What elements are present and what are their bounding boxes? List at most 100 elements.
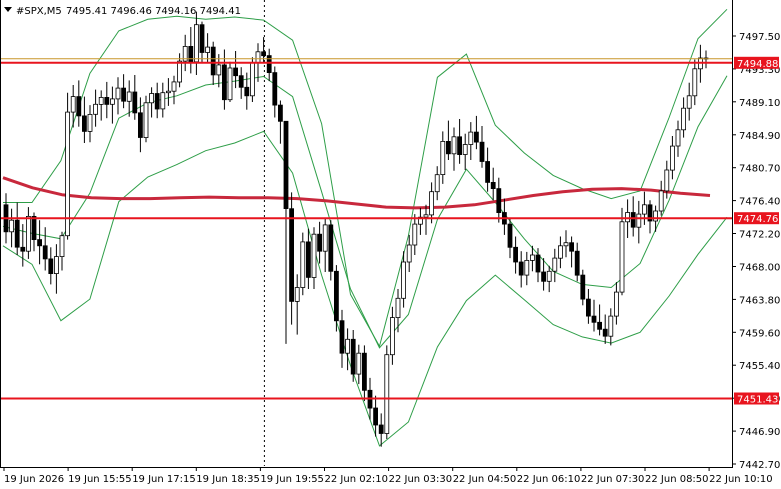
candle-body-up	[311, 233, 317, 278]
candle-body-down	[328, 224, 334, 272]
candle-body-down	[272, 72, 278, 106]
candle-body-up	[93, 103, 98, 115]
candle-body-down	[137, 112, 143, 138]
candle-body-up	[216, 64, 222, 76]
candle-body-down	[277, 104, 283, 122]
candle-body-down	[266, 55, 272, 73]
candle-body-down	[221, 64, 227, 101]
x-tick-label: 22 Jun 08:50	[645, 474, 709, 485]
candle-body-down	[317, 233, 323, 252]
candle-body-down	[569, 242, 574, 252]
candle-body-down	[104, 97, 110, 105]
candle-body-down	[132, 91, 138, 114]
candle-body-down	[574, 250, 580, 276]
candle-body-down	[305, 241, 311, 278]
level-tag-2: 7451.43	[734, 392, 779, 406]
candle-body-up	[177, 60, 183, 83]
candle-body-up	[143, 102, 149, 139]
candle-body-up	[692, 68, 698, 97]
candle-body-down	[244, 86, 250, 97]
candle-body-up	[608, 315, 614, 337]
candle-body-up	[401, 261, 407, 299]
candle-body-up	[205, 46, 211, 53]
candle-body-up	[468, 131, 474, 145]
candle-body-down	[591, 315, 597, 323]
candle-body-down	[210, 46, 216, 76]
y-tick-label: 7459.60	[739, 328, 780, 339]
candle-body-down	[490, 181, 496, 189]
candle-body-up	[440, 140, 446, 175]
y-tick-label: 7497.50	[739, 32, 780, 43]
candle-body-up	[524, 259, 530, 276]
y-tick-label: 7484.90	[739, 131, 780, 142]
candle-body-down	[473, 131, 479, 143]
candle-body-up	[546, 270, 552, 282]
chart-background	[0, 0, 781, 489]
candle-body-down	[188, 46, 194, 63]
candle-body-down	[121, 87, 126, 102]
candle-body-down	[373, 407, 379, 426]
candle-body-up	[389, 317, 395, 356]
candle-body-up	[558, 245, 563, 259]
candle-body-up	[59, 235, 65, 257]
candle-body-up	[423, 214, 429, 218]
candle-body-up	[322, 224, 328, 252]
candle-body-up	[384, 354, 390, 434]
candle-body-up	[70, 96, 76, 113]
candle	[249, 57, 255, 102]
candle-body-down	[42, 245, 48, 260]
candle-body-down	[457, 136, 463, 156]
candle	[384, 345, 390, 439]
candle-body-up	[670, 145, 675, 171]
candle-body-up	[664, 169, 670, 192]
candle-body-down	[496, 188, 502, 214]
candle	[227, 61, 233, 102]
candle-body-up	[160, 92, 166, 110]
y-tick-label: 7446.90	[739, 427, 780, 438]
candle-body-up	[110, 98, 115, 105]
candle-body-down	[154, 93, 160, 110]
candle-body-up	[552, 257, 558, 272]
candle-body-up	[356, 352, 362, 375]
level-tag-label: 7494.88	[737, 59, 778, 70]
candle-body-down	[283, 120, 289, 210]
candle-body-up	[563, 242, 569, 247]
candle-body-down	[350, 338, 356, 375]
candle-body-down	[535, 254, 541, 273]
candle-body-up	[675, 129, 681, 147]
candle	[300, 232, 306, 296]
candle-body-up	[149, 93, 155, 104]
candle-body-up	[429, 191, 435, 216]
candle-body-up	[530, 254, 535, 261]
candle-body-down	[586, 298, 591, 317]
x-tick-label: 22 Jun 04:50	[453, 474, 517, 485]
x-tick-label: 19 Jun 15:55	[68, 474, 132, 485]
candle-body-up	[395, 297, 401, 318]
candle-body-down	[541, 271, 546, 282]
candle-body-up	[193, 24, 199, 63]
y-tick-label: 7480.70	[739, 164, 780, 175]
candle-body-up	[171, 81, 177, 92]
candle-body-up	[636, 213, 642, 228]
x-tick-label: 19 Jun 17:15	[132, 474, 196, 485]
candle-body-up	[87, 114, 93, 132]
candle-body-up	[126, 91, 132, 102]
candle-body-down	[199, 24, 205, 53]
candle-body-up	[614, 291, 619, 317]
candle-body-up	[686, 95, 692, 109]
candle-body-down	[31, 215, 37, 240]
y-tick-label: 7472.20	[739, 230, 780, 241]
x-tick-label: 22 Jun 03:30	[389, 474, 453, 485]
x-tick-label: 22 Jun 06:10	[517, 474, 581, 485]
candle-body-up	[434, 174, 440, 193]
y-tick-label: 7468.00	[739, 263, 780, 274]
candle-body-up	[25, 215, 31, 252]
candle-body-down	[507, 223, 513, 248]
candle-body-up	[625, 212, 630, 223]
y-tick-label: 7455.40	[739, 361, 780, 372]
candle-body-down	[361, 352, 367, 391]
candle-body-up	[412, 223, 418, 246]
price-chart[interactable]: 7497.507493.307489.107484.907480.707476.…	[0, 0, 781, 489]
x-tick-label: 22 Jun 07:30	[581, 474, 645, 485]
candle-body-up	[681, 107, 686, 131]
